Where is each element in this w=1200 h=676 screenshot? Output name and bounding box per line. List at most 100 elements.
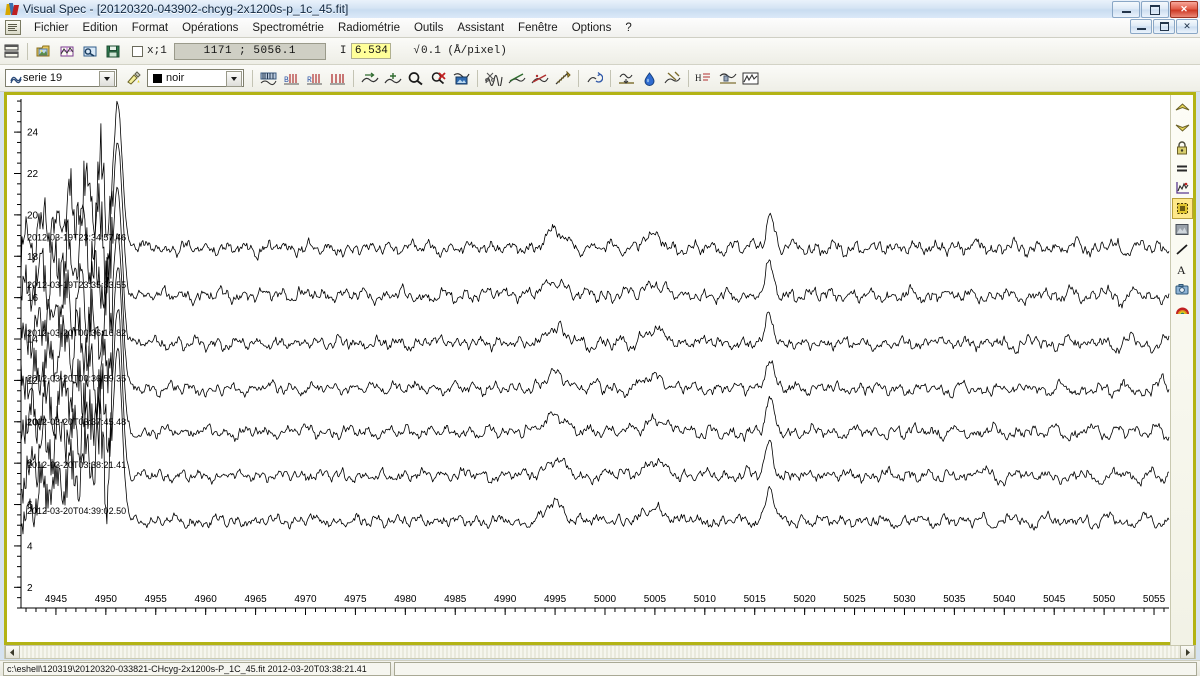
toolbar2-separator-3: [477, 70, 478, 87]
series-select-value: serie 19: [22, 72, 62, 84]
menu-radiometrie[interactable]: Radiométrie: [331, 20, 407, 36]
mdi-close-button[interactable]: ✕: [1176, 19, 1198, 34]
export-image-icon[interactable]: [451, 68, 472, 88]
xl-checkbox[interactable]: [132, 46, 143, 57]
line-tool-icon[interactable]: [1173, 240, 1192, 259]
open-image-icon[interactable]: [33, 41, 54, 61]
svg-text:24: 24: [27, 128, 39, 139]
open-profile-icon[interactable]: [56, 41, 77, 61]
intensity-value: 6.534: [351, 43, 391, 59]
svg-text:4965: 4965: [244, 594, 267, 605]
menu-format[interactable]: Format: [125, 20, 175, 36]
baseline-icon[interactable]: [616, 68, 637, 88]
svg-text:4945: 4945: [45, 594, 68, 605]
svg-text:4975: 4975: [344, 594, 367, 605]
minimize-button[interactable]: [1112, 1, 1140, 18]
menu-bar: Fichier Edition Format Opérations Spectr…: [0, 18, 1200, 38]
menu-spectrometrie[interactable]: Spectrométrie: [245, 20, 331, 36]
close-button[interactable]: ✕: [1170, 1, 1198, 18]
mdi-restore-button[interactable]: [1153, 19, 1175, 34]
menu-options[interactable]: Options: [565, 20, 619, 36]
tile-windows-icon[interactable]: [1, 41, 22, 61]
status-bar: c:\eshell\120319\20120320-033821-CHcyg-2…: [0, 660, 1200, 676]
color-select-value: noir: [166, 72, 184, 84]
save-icon[interactable]: [102, 41, 123, 61]
coordinates-display: 1171 ; 5056.1: [174, 43, 326, 60]
cut-profile-icon[interactable]: [483, 68, 504, 88]
scroll-down-icon[interactable]: [1173, 118, 1192, 137]
menu-fenetre[interactable]: Fenêtre: [511, 20, 565, 36]
color-dropper-icon[interactable]: [123, 68, 144, 88]
spectrum-strip-icon[interactable]: [258, 68, 279, 88]
plot-canvas[interactable]: 2468101214161820222449454950495549604965…: [7, 95, 1193, 642]
minimize-icon: [1122, 11, 1131, 13]
mdi-minimize-icon: [1137, 28, 1146, 30]
profile-graph-icon[interactable]: [1173, 178, 1192, 197]
svg-text:5010: 5010: [694, 594, 717, 605]
menu-edition[interactable]: Edition: [76, 20, 125, 36]
series-select[interactable]: serie 19: [5, 69, 117, 87]
main-toolbar: x;1 1171 ; 5056.1 I 6.534 √ 0.1 (Å/pixel…: [0, 38, 1200, 65]
window-controls: ✕: [1112, 1, 1198, 18]
calibrate-icon[interactable]: [584, 68, 605, 88]
red-blue-lines-icon[interactable]: R: [304, 68, 325, 88]
menu-help[interactable]: ?: [618, 20, 638, 36]
scroll-right-icon[interactable]: [1180, 645, 1195, 659]
svg-text:2012-03-19T23:35:33.55: 2012-03-19T23:35:33.55: [27, 280, 126, 290]
scroll-left-icon[interactable]: [5, 645, 20, 659]
spectrum-plot[interactable]: 2468101214161820222449454950495549604965…: [7, 95, 1193, 642]
color-chevron-down-icon[interactable]: [226, 71, 242, 87]
scroll-track[interactable]: [20, 646, 1180, 658]
menu-operations[interactable]: Opérations: [175, 20, 245, 36]
waterdrop-icon[interactable]: [639, 68, 660, 88]
divide-profile-icon[interactable]: [662, 68, 683, 88]
toolbar2-separator-1: [252, 70, 253, 87]
visualspec-icon: [5, 3, 19, 16]
mdi-minimize-button[interactable]: [1130, 19, 1152, 34]
equivalent-width-icon[interactable]: [717, 68, 738, 88]
select-rect-icon[interactable]: [1172, 198, 1193, 219]
menu-assistant[interactable]: Assistant: [450, 20, 511, 36]
plot-frame: 2468101214161820222449454950495549604965…: [4, 92, 1196, 645]
smooth-icon[interactable]: [552, 68, 573, 88]
horizontal-scrollbar[interactable]: [4, 645, 1196, 659]
svg-text:5015: 5015: [744, 594, 767, 605]
chevron-down-icon[interactable]: [99, 71, 115, 87]
camera-icon[interactable]: [1173, 280, 1192, 299]
scroll-up-icon[interactable]: [1173, 98, 1192, 117]
toolbar2-separator-5: [610, 70, 611, 87]
graph-window-icon[interactable]: [740, 68, 761, 88]
restore-icon: [1150, 5, 1160, 15]
toolbar-separator: [27, 43, 28, 60]
shift-profile-icon[interactable]: [359, 68, 380, 88]
restore-button[interactable]: [1141, 1, 1169, 18]
menu-fichier[interactable]: Fichier: [27, 20, 76, 36]
svg-text:A: A: [1177, 263, 1186, 276]
svg-text:5045: 5045: [1043, 594, 1066, 605]
equal-icon[interactable]: [1173, 158, 1192, 177]
series-toolbar: serie 19 noir B: [0, 65, 1200, 92]
blue-lines-icon[interactable]: B: [281, 68, 302, 88]
palette-icon[interactable]: [1173, 300, 1192, 319]
svg-text:5050: 5050: [1093, 594, 1116, 605]
continuum-line-icon[interactable]: [506, 68, 527, 88]
dispersion-sqrt-icon: √: [413, 45, 420, 57]
red-lines-icon[interactable]: [327, 68, 348, 88]
text-tool-icon[interactable]: A: [1173, 260, 1192, 279]
svg-text:4: 4: [27, 541, 33, 552]
normalize-icon[interactable]: [529, 68, 550, 88]
lock-icon[interactable]: [1173, 138, 1192, 157]
title-bar: Visual Spec - [20120320-043902-chcyg-2x1…: [0, 0, 1200, 19]
add-profile-icon[interactable]: [382, 68, 403, 88]
svg-text:5005: 5005: [644, 594, 667, 605]
menu-outils[interactable]: Outils: [407, 20, 450, 36]
image-icon[interactable]: [1173, 220, 1192, 239]
svg-text:2012-03-20T00:36:16.82: 2012-03-20T00:36:16.82: [27, 328, 126, 338]
open-binary-icon[interactable]: [79, 41, 100, 61]
toolbar2-separator-4: [578, 70, 579, 87]
measure-lines-icon[interactable]: H: [694, 68, 715, 88]
delete-zoom-icon[interactable]: [428, 68, 449, 88]
status-path: c:\eshell\120319\20120320-033821-CHcyg-2…: [3, 662, 391, 676]
color-select[interactable]: noir: [147, 69, 244, 87]
zoom-icon[interactable]: [405, 68, 426, 88]
